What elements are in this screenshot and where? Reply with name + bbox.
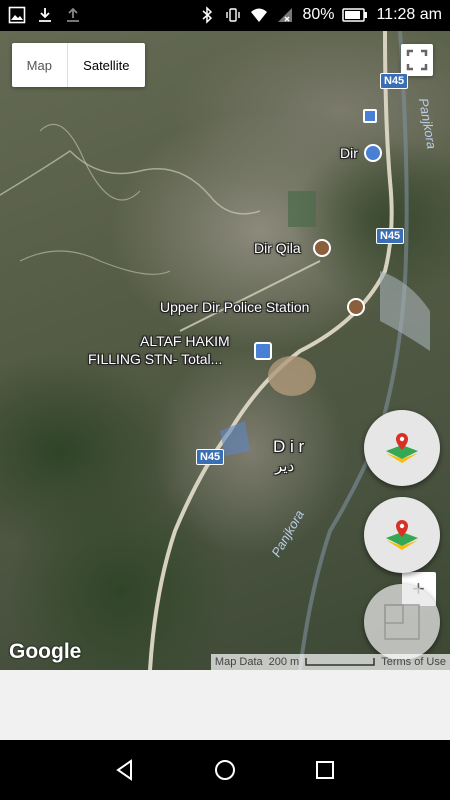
map-type-toggle: Map Satellite bbox=[12, 43, 145, 87]
home-icon[interactable] bbox=[213, 758, 237, 782]
download-icon bbox=[39, 8, 51, 22]
battery-percent: 80% bbox=[302, 6, 335, 23]
image-icon bbox=[8, 6, 26, 24]
satellite-type-button[interactable]: Satellite bbox=[68, 43, 145, 87]
map-attribution: Map Data 200 m Terms of Use bbox=[210, 654, 450, 670]
square-outline-icon bbox=[384, 604, 420, 640]
app-logo-icon bbox=[382, 518, 422, 552]
place-label-filling-station-line1[interactable]: ALTAF HAKIM bbox=[140, 333, 230, 349]
app-logo-icon bbox=[382, 431, 422, 465]
back-icon[interactable] bbox=[113, 758, 137, 782]
battery-icon bbox=[342, 8, 368, 22]
upload-icon bbox=[67, 7, 79, 22]
fullscreen-button[interactable] bbox=[401, 44, 433, 76]
vibrate-icon bbox=[226, 8, 241, 22]
police-station-icon[interactable] bbox=[347, 298, 365, 316]
bus-stop-icon[interactable] bbox=[363, 109, 377, 123]
clock: 11:28 am bbox=[376, 6, 442, 23]
app-logo-button-2[interactable] bbox=[364, 497, 440, 573]
scale-bar-icon bbox=[305, 658, 375, 666]
place-label-dir[interactable]: Dir bbox=[340, 145, 358, 161]
fullscreen-icon bbox=[406, 49, 428, 71]
place-label-dir-qila[interactable]: Dir Qila bbox=[254, 240, 301, 256]
landmark-icon[interactable] bbox=[313, 239, 331, 257]
place-label-police-station[interactable]: Upper Dir Police Station bbox=[160, 299, 309, 315]
scale-label: 200 m bbox=[268, 656, 300, 668]
google-logo: Google bbox=[9, 640, 82, 663]
map-terrain bbox=[0, 31, 430, 670]
road-shield-n45: N45 bbox=[376, 228, 405, 244]
place-label-filling-station-line2[interactable]: FILLING STN- Total... bbox=[88, 351, 222, 367]
gas-station-icon[interactable] bbox=[254, 342, 272, 360]
road-shield-n45: N45 bbox=[196, 449, 225, 465]
map-data-link[interactable]: Map Data bbox=[215, 656, 263, 668]
satellite-map[interactable]: Map Satellite N45 N45 N45 Dir Dir Qila U… bbox=[0, 31, 450, 670]
navigation-bar bbox=[0, 740, 450, 800]
wifi-icon bbox=[251, 8, 268, 22]
place-label-dir-urdu: دیر bbox=[275, 458, 295, 475]
shopping-cart-icon[interactable] bbox=[364, 144, 382, 162]
bluetooth-icon bbox=[202, 6, 213, 24]
app-logo-button[interactable] bbox=[364, 410, 440, 486]
terms-of-use-link[interactable]: Terms of Use bbox=[381, 656, 446, 668]
status-bar: 80% 11:28 am bbox=[0, 0, 450, 31]
road-shield-n45: N45 bbox=[380, 73, 409, 89]
place-label-dir-district[interactable]: D i r bbox=[273, 438, 304, 455]
signal-icon bbox=[278, 8, 293, 22]
recents-icon[interactable] bbox=[313, 758, 337, 782]
map-layer-button[interactable] bbox=[364, 584, 440, 660]
map-type-button[interactable]: Map bbox=[12, 43, 68, 87]
bottom-panel bbox=[0, 670, 450, 740]
